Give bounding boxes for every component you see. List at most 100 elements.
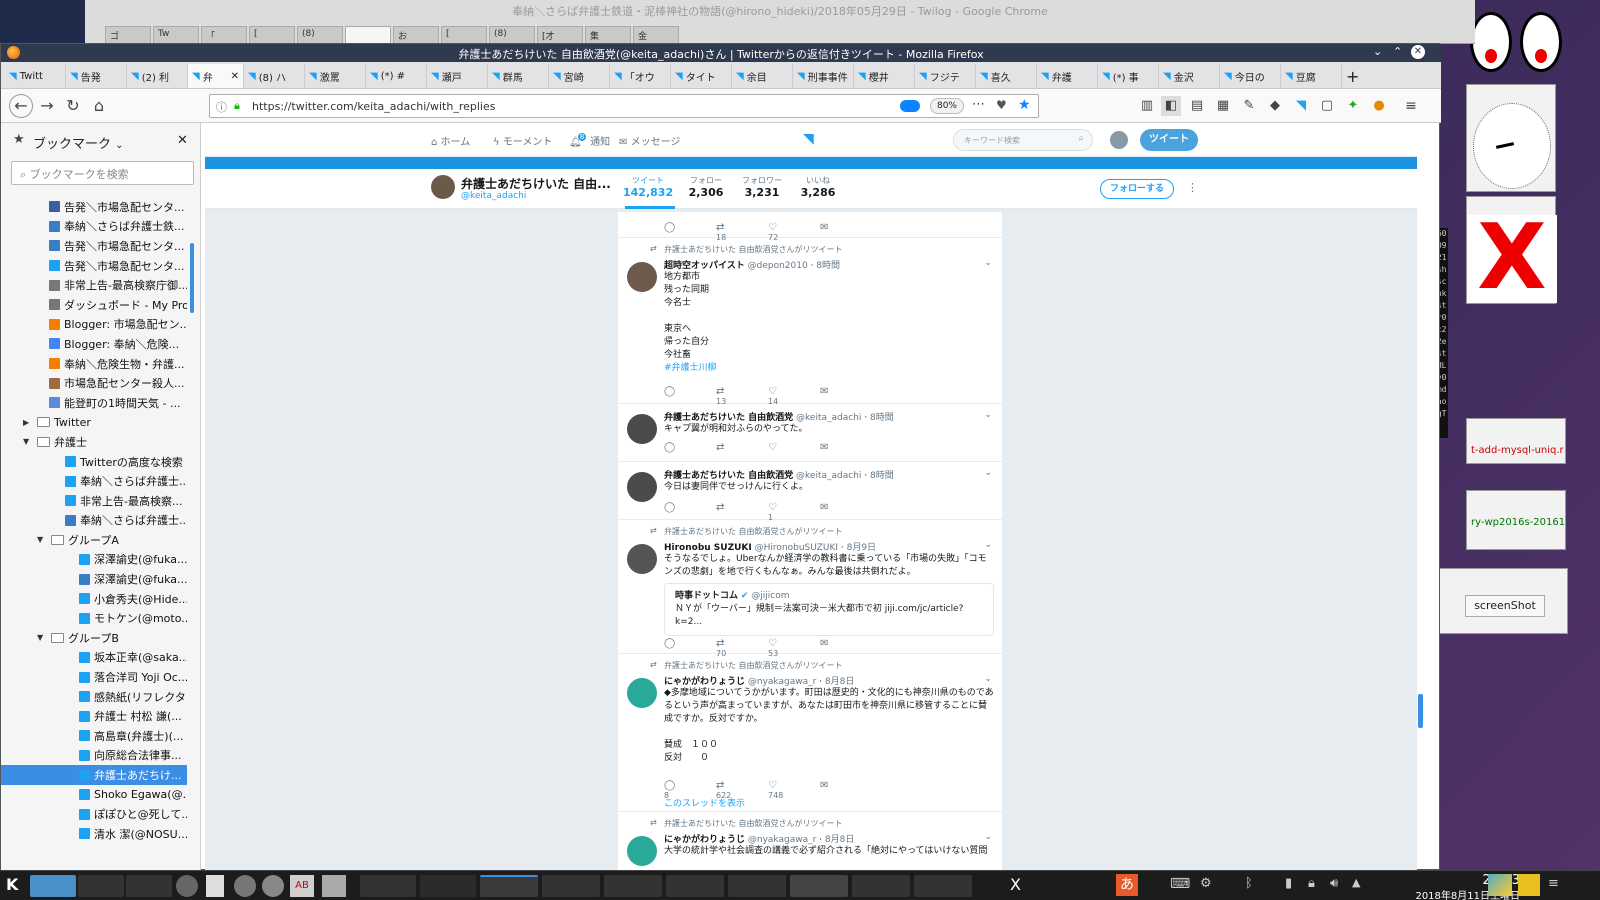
pager-desktop-3[interactable] — [126, 875, 172, 897]
chrome-tab[interactable]: 集 — [585, 26, 631, 44]
notes-icon[interactable] — [1518, 874, 1540, 896]
tweet-avatar[interactable] — [627, 414, 657, 444]
bookmark-item[interactable]: 落合洋司 Yoji Oc... — [1, 667, 187, 687]
like-action[interactable]: ♡ 53 — [768, 638, 820, 658]
task-chrome[interactable] — [542, 875, 600, 897]
expanded-triangle-icon[interactable]: ▼ — [37, 633, 43, 642]
bookmark-item[interactable]: 奉納＼さらば弁護士... — [1, 471, 187, 491]
bookmark-item[interactable]: 告発＼市場急配センタ... — [1, 197, 187, 217]
dm-action[interactable]: ✉ — [820, 638, 864, 650]
nav-notifications[interactable]: 🔔︎8 通知 — [569, 133, 610, 148]
volume-icon[interactable]: 🔊︎ — [1330, 876, 1338, 891]
tweet[interactable]: ◯ ⇄ 18 ♡ 72 ✉ — [618, 212, 1002, 242]
chrome-tab[interactable]: (8) — [489, 26, 535, 44]
task-firefox[interactable] — [480, 875, 538, 897]
bookmark-item[interactable]: ぽぽひと@死して... — [1, 804, 187, 824]
firefox-tab[interactable]: ◥ 弁 ✕ — [188, 64, 244, 88]
reply-action[interactable]: ◯ — [664, 502, 716, 514]
retweet-action[interactable]: ⇄ — [716, 442, 768, 454]
bookmark-item[interactable]: 告発＼市場急配センタ... — [1, 236, 187, 256]
dm-action[interactable]: ✉ — [820, 502, 864, 514]
user-avatar[interactable] — [1110, 131, 1128, 149]
evernote-icon[interactable]: ◆ — [1265, 96, 1285, 116]
url-text[interactable]: https://twitter.com/keita_adachi/with_re… — [252, 100, 495, 113]
bookmark-item[interactable]: 小倉秀夫(@Hide... — [1, 589, 187, 609]
tweet[interactable]: ⇄ 弁護士あだちけいた 自由飲酒党さんがリツイート 超時空オッパイスト @depon… — [618, 238, 1002, 406]
tweet-avatar[interactable] — [627, 836, 657, 866]
bookmark-item[interactable]: 奉納＼さらば弁護士... — [1, 511, 187, 531]
follow-button[interactable]: フォローする — [1100, 179, 1174, 199]
tweet-author-name[interactable]: 弁護士あだちけいた 自由飲酒党 — [664, 413, 793, 423]
chrome-tab[interactable]: お — [393, 26, 439, 44]
pager-desktop-2[interactable] — [78, 875, 124, 897]
tweet-author-name[interactable]: Hironobu SUZUKI — [664, 543, 752, 553]
firefox-tab[interactable]: ◥ 宮崎 — [549, 64, 610, 88]
retweet-action[interactable]: ⇄ — [716, 502, 768, 514]
bookmark-item[interactable]: 弁護士 村松 謙(... — [1, 706, 187, 726]
expanded-triangle-icon[interactable]: ▼ — [37, 535, 43, 544]
task-xeyes[interactable] — [914, 875, 972, 897]
twitter-ext-icon[interactable]: ◥ — [1291, 96, 1311, 116]
tweet-avatar[interactable] — [627, 472, 657, 502]
task-xclock[interactable] — [852, 875, 910, 897]
keyboard-icon[interactable]: ⌨ — [1170, 876, 1190, 892]
like-action[interactable]: ♡ 72 — [768, 222, 820, 242]
firefox-tab[interactable]: ◥ Twitt — [5, 64, 66, 88]
bookmark-item[interactable]: 弁護士あだちけ... — [1, 765, 187, 785]
firefox-tab[interactable]: ◥ (*) 事 — [1098, 64, 1159, 88]
retweet-action[interactable]: ⇄ 70 — [716, 638, 768, 658]
tweet-avatar[interactable] — [627, 544, 657, 574]
nav-home[interactable]: ⌂ ホーム — [431, 133, 470, 148]
tweet-menu-chevron-icon[interactable]: ⌄ — [984, 540, 992, 550]
sidebar-header[interactable]: ブックマーク ⌄ — [33, 133, 124, 152]
firefox-tab[interactable]: ◥ 激罵 — [305, 64, 366, 88]
tweet[interactable]: 弁護士あだちけいた 自由飲酒党 @keita_adachi · 8時間 ⌄ キャプ翼… — [618, 404, 1002, 462]
bookmark-item[interactable]: 市場急配センター殺人... — [1, 373, 187, 393]
tweet-avatar[interactable] — [627, 262, 657, 292]
dm-action[interactable]: ✉ — [820, 386, 864, 398]
firefox-window[interactable]: 弁護士あだちけいた 自由飲酒党(@keita_adachi)さん | Twitt… — [0, 43, 1441, 871]
firefox-tab[interactable]: ◥ 「オウ — [610, 64, 671, 88]
bookmark-item[interactable]: 清水 潔(@NOSU... — [1, 824, 187, 844]
dm-action[interactable]: ✉ — [820, 222, 864, 234]
firefox-tab[interactable]: ◥ 瀬戸 — [427, 64, 488, 88]
quoted-tweet[interactable]: 時事ドットコム ✔ @jijicom ＮＹが「ウーバー」規制＝法案可決－米大都市で… — [664, 583, 994, 636]
tweet-time[interactable]: 8月9日 — [847, 543, 876, 553]
battery-icon[interactable]: ▮ — [1285, 876, 1292, 891]
toggle-icon[interactable] — [900, 100, 920, 112]
pocket-icon[interactable]: ♥︎ — [996, 98, 1007, 112]
tray-expand-icon[interactable]: ▲ — [1352, 876, 1360, 889]
bookmark-item[interactable]: 坂本正幸(@saka... — [1, 648, 187, 668]
chrome-tab[interactable]: 「 — [201, 26, 247, 44]
like-action[interactable]: ♡ 1 — [768, 502, 820, 522]
firefox-tab[interactable]: ◥ 喜久 — [976, 64, 1037, 88]
task-clock[interactable] — [360, 875, 416, 897]
tweet-author-name[interactable]: にゃかがわりょうじ — [664, 677, 745, 687]
tweet-author-name[interactable]: にゃかがわりょうじ — [664, 835, 745, 845]
bookmark-search-input[interactable]: ⌕ ブックマークを検索 — [11, 161, 194, 185]
tweet-menu-chevron-icon[interactable]: ⌄ — [984, 258, 992, 268]
chrome-tab[interactable] — [345, 26, 391, 44]
like-action[interactable]: ♡ — [768, 442, 820, 454]
lock-icon[interactable]: 🔒︎ — [234, 99, 240, 113]
firefox-tab[interactable]: ◥ (*) # — [366, 64, 427, 88]
bookmark-item[interactable]: Blogger: 市場急配セン... — [1, 315, 187, 335]
reply-action[interactable]: ◯ — [664, 222, 716, 234]
bookmark-item[interactable]: 非常上告-最高検察... — [1, 491, 187, 511]
chrome-tab[interactable]: ゴ — [105, 26, 151, 44]
firefox-tab[interactable]: ◥ 金沢 — [1159, 64, 1220, 88]
bookmark-item[interactable]: ▼ 弁護士 — [1, 432, 187, 452]
reply-action[interactable]: ◯ — [664, 442, 716, 454]
tweet-time[interactable]: 8時間 — [870, 413, 894, 423]
extension-grid-icon[interactable]: ▦ — [1213, 96, 1233, 116]
bookmark-item[interactable]: ダッシュボード - My Pro... — [1, 295, 187, 315]
expanded-triangle-icon[interactable]: ▼ — [23, 437, 29, 446]
firefox-tab-strip[interactable]: ◥ Twitt ◥ 告発 ◥ (2) 利 ◥ 弁 ✕ ◥ (8) ハ ◥ 激罵 ◥ (*) # ◥ 瀬戸 ◥ 群馬 ◥… — [1, 62, 1441, 89]
content-scrollbar[interactable] — [1418, 694, 1423, 728]
tweet-handle[interactable]: @HironobuSUZUKI — [755, 543, 838, 553]
tweet[interactable]: ⇄ 弁護士あだちけいた 自由飲酒党さんがリツイート Hironobu SUZUKI … — [618, 520, 1002, 658]
chrome-tab-strip[interactable]: ゴ Tw 「 [(8) お [(8) [才 集 金 — [105, 26, 679, 44]
chrome-tab[interactable]: (8) — [297, 26, 343, 44]
tweet-menu-chevron-icon[interactable]: ⌄ — [984, 674, 992, 684]
close-tab-icon[interactable]: ✕ — [231, 71, 239, 82]
